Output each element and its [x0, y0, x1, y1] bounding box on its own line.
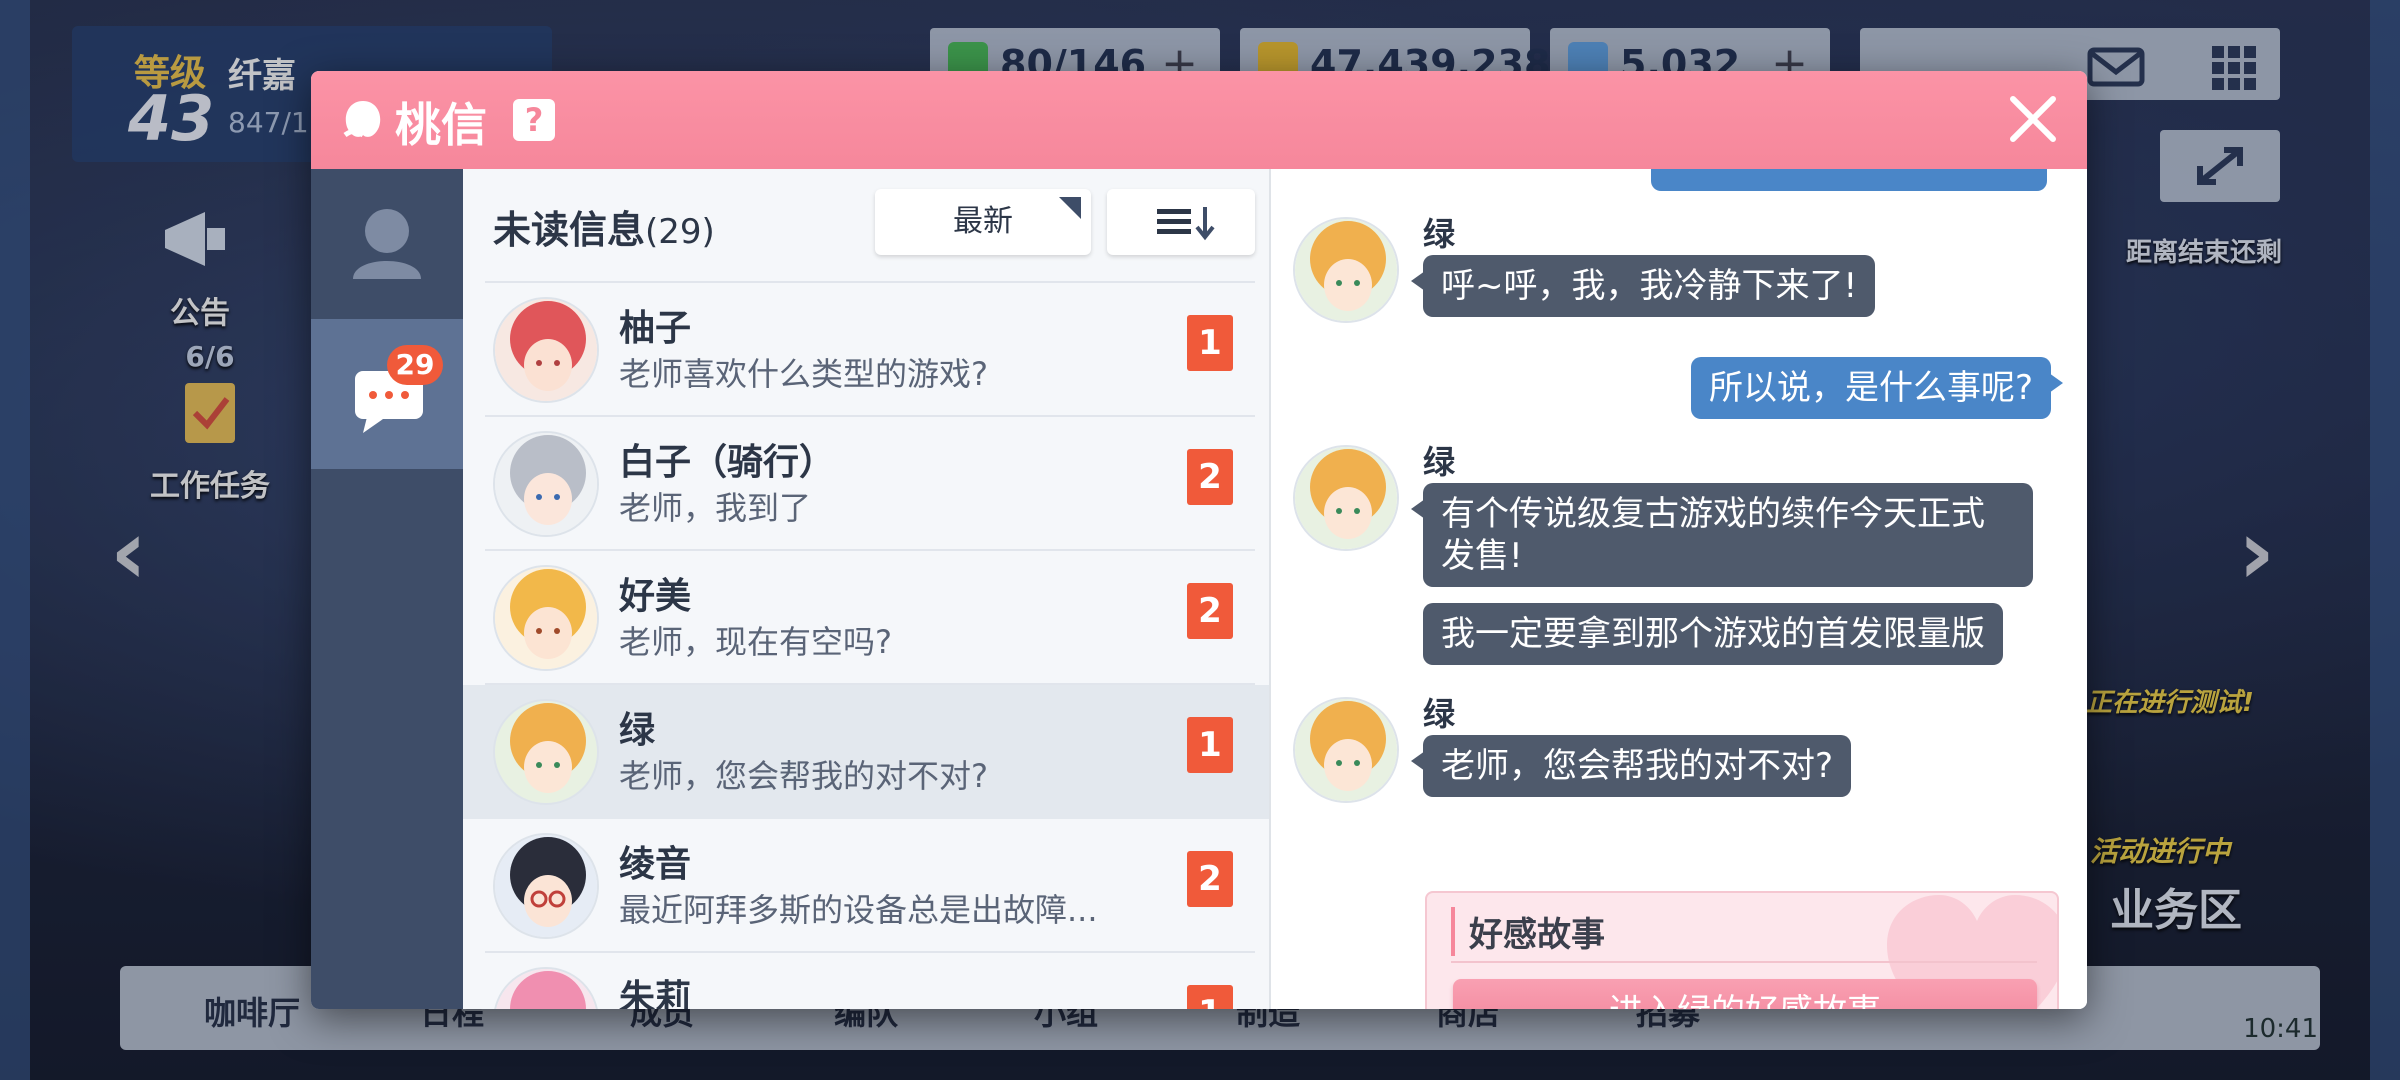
message-preview: 最近阿拜多斯的设备总是出故障... [619, 891, 1098, 929]
unread-badge: 1 [1187, 717, 1233, 773]
modal-header: 桃信 ? [311, 71, 2087, 169]
sort-order-icon [1157, 207, 1215, 241]
message-list-panel: 未读信息(29) 最新 柚子 老师喜欢什么类型的游戏? 1 白子（骑行） 老师，… [463, 169, 1269, 1009]
contact-name: 朱莉 [619, 978, 692, 1009]
message-preview: 老师，您会帮我的对不对? [619, 757, 988, 795]
list-item[interactable]: 白子（骑行） 老师，我到了 2 [463, 417, 1269, 551]
dropdown-corner-icon [1059, 197, 1081, 219]
modal-title: 桃信 [395, 98, 487, 152]
message-icon [355, 371, 423, 433]
avatar [493, 431, 599, 537]
sort-label: 最新 [953, 204, 1013, 239]
peach-logo-icon [343, 101, 381, 138]
contact-name: 绿 [619, 710, 656, 751]
avatar [493, 297, 599, 403]
affection-card-title: 好感故事 [1451, 907, 1605, 956]
sort-order-button[interactable] [1107, 189, 1255, 255]
unread-badge: 1 [1187, 985, 1233, 1009]
contact-name: 柚子 [619, 308, 692, 349]
list-item[interactable]: 柚子 老师喜欢什么类型的游戏? 1 [463, 283, 1269, 417]
sender-name: 绿 [1423, 695, 1456, 733]
sender-avatar [1293, 697, 1399, 803]
message-preview: 老师，现在有空吗? [619, 623, 892, 661]
message-preview: 老师，我到了 [619, 489, 812, 527]
modal-side-tabs: 29 [311, 169, 463, 1009]
chat-bubble-incoming: 我一定要拿到那个游戏的首发限量版 [1423, 603, 2003, 665]
list-header: 未读信息(29) [493, 199, 715, 254]
tab-messages[interactable]: 29 [311, 319, 463, 469]
list-item[interactable]: 朱莉 1 [463, 953, 1269, 1009]
list-title: 未读信息 [493, 208, 646, 252]
unread-badge: 2 [1187, 449, 1233, 505]
contact-name: 白子（骑行） [619, 442, 836, 483]
contact-name: 绫音 [619, 844, 692, 885]
sender-avatar [1293, 217, 1399, 323]
chat-bubble-incoming: 老师，您会帮我的对不对? [1410, 735, 1852, 797]
sender-name: 绿 [1423, 443, 1456, 481]
enter-affection-story-button[interactable]: 进入绿的好感故事 [1453, 979, 2037, 1009]
help-icon[interactable]: ? [513, 99, 555, 141]
list-item-selected[interactable]: 绿 老师，您会帮我的对不对? 1 [463, 685, 1269, 819]
affection-story-card: 好感故事 进入绿的好感故事 [1425, 891, 2059, 1009]
unread-count: (29) [645, 212, 715, 252]
list-item[interactable]: 绫音 最近阿拜多斯的设备总是出故障... 2 [463, 819, 1269, 953]
list-item[interactable]: 好美 老师，现在有空吗? 2 [463, 551, 1269, 685]
sort-dropdown[interactable]: 最新 [875, 189, 1091, 255]
avatar [493, 967, 599, 1009]
unread-badge: 2 [1187, 851, 1233, 907]
avatar [493, 565, 599, 671]
messages-unread-badge: 29 [387, 345, 443, 385]
momotalk-modal: 桃信 ? 29 未读信息(29) 最新 柚子 老师喜欢什么类型的游戏? 1 白子… [311, 71, 2087, 1009]
student-icon [353, 209, 421, 279]
unread-badge: 1 [1187, 315, 1233, 371]
sender-avatar [1293, 445, 1399, 551]
sender-name: 绿 [1423, 215, 1456, 253]
tab-students[interactable] [311, 169, 463, 319]
chat-bubble-incoming: 有个传说级复古游戏的续作今天正式发售! [1411, 483, 2033, 587]
card-divider [1451, 961, 2037, 963]
avatar [493, 833, 599, 939]
close-icon[interactable] [2007, 93, 2059, 145]
chat-bubble-outgoing: 所以说，是什么事呢? [1690, 357, 2064, 419]
chat-bubble-incoming: 呼~呼，我，我冷静下来了! [1410, 255, 1876, 317]
avatar [493, 699, 599, 805]
message-preview: 老师喜欢什么类型的游戏? [619, 355, 988, 393]
unread-badge: 2 [1187, 583, 1233, 639]
previous-message-edge [1651, 169, 2047, 191]
contact-name: 好美 [619, 576, 692, 617]
chat-panel[interactable]: 绿 呼~呼，我，我冷静下来了! 所以说，是什么事呢? 绿 有个传说级复古游戏的续… [1269, 169, 2087, 1009]
